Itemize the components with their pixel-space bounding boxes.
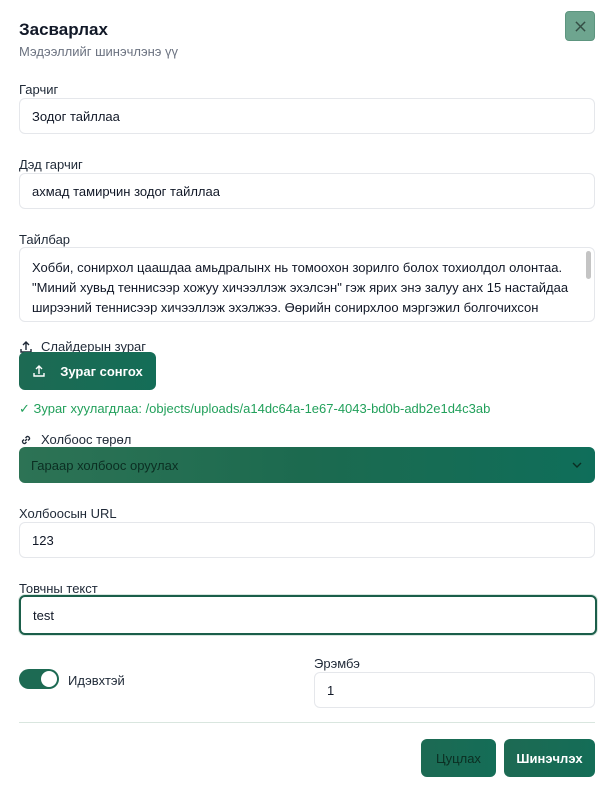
description-text: Хобби, сонирхол цаашдаа амьдралынх нь то… [32,260,569,321]
edit-dialog: Засварлах Мэдээллийг шинэчлэнэ үү Гарчиг… [0,0,609,795]
order-input[interactable]: 1 [314,672,595,708]
close-icon [574,20,586,32]
description-label: Тайлбар [19,232,71,247]
upload-icon [33,365,45,377]
title-input[interactable]: Зодог тайллаа [19,98,595,134]
choose-image-label: Зураг сонгох [60,363,143,379]
upload-status: ✓ Зураг хуулагдлаа: /objects/uploads/a14… [19,401,491,416]
url-input[interactable]: 123 [19,522,595,558]
button-text-label: Товчны текст [19,581,98,596]
order-label: Эрэмбэ [314,656,360,671]
active-label: Идэвхтэй [68,673,125,688]
subtitle-label: Дэд гарчиг [19,157,83,172]
dialog-subtitle: Мэдээллийг шинэчлэнэ үү [19,44,179,59]
description-textarea[interactable]: Хобби, сонирхол цаашдаа амьдралынх нь то… [19,247,595,322]
dialog-title: Засварлах [19,20,108,39]
url-label: Холбоосын URL [19,506,117,521]
active-toggle[interactable] [19,669,59,689]
button-text-input[interactable]: test [19,595,597,635]
subtitle-input[interactable]: ахмад тамирчин зодог тайллаа [19,173,595,209]
footer-divider [19,722,595,723]
link-type-select[interactable]: Гараар холбоос оруулах [19,447,595,483]
choose-image-button[interactable]: Зураг сонгох [19,352,156,390]
textarea-scrollbar[interactable] [586,251,591,279]
link-type-label-text: Холбоос төрөл [41,432,132,447]
link-type-label: Холбоос төрөл [19,432,131,447]
title-label: Гарчиг [19,82,59,97]
toggle-knob [41,671,57,687]
chevron-down-icon [572,462,582,468]
link-icon [21,435,31,444]
cancel-button[interactable]: Цуцлах [421,739,496,777]
update-button[interactable]: Шинэчлэх [504,739,595,777]
link-type-value: Гараар холбоос оруулах [31,457,179,473]
close-button[interactable] [565,11,595,41]
